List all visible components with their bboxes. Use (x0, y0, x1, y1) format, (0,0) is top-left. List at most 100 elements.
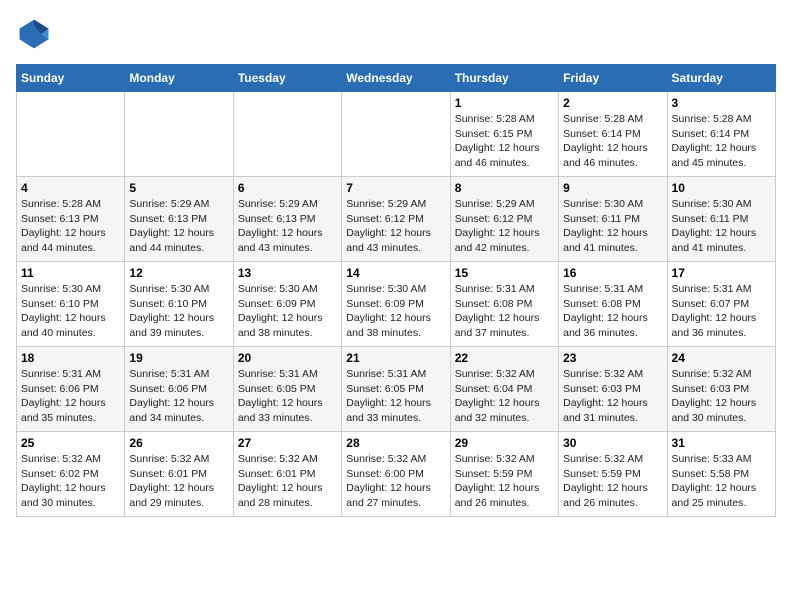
day-info: Sunrise: 5:32 AM Sunset: 5:59 PM Dayligh… (455, 452, 554, 511)
calendar-cell: 5Sunrise: 5:29 AM Sunset: 6:13 PM Daylig… (125, 177, 233, 262)
weekday-header: Sunday (17, 65, 125, 92)
day-number: 25 (21, 436, 120, 450)
weekday-header: Saturday (667, 65, 775, 92)
calendar-week-row: 4 Sunrise: 5:28 AM Sunset: 6:13 PM Daylig… (17, 177, 776, 262)
day-number: 15 (455, 266, 554, 280)
day-info: Sunrise: 5:33 AM Sunset: 5:58 PM Dayligh… (672, 452, 771, 511)
calendar-cell: 1Sunrise: 5:28 AM Sunset: 6:15 PM Daylig… (450, 92, 558, 177)
weekday-header: Friday (559, 65, 667, 92)
day-info: Sunrise: 5:32 AM Sunset: 6:02 PM Dayligh… (21, 452, 120, 511)
calendar-cell: 7 Sunrise: 5:29 AM Sunset: 6:12 PM Daylig… (342, 177, 450, 262)
day-info: Sunrise: 5:31 AM Sunset: 6:06 PM Dayligh… (21, 367, 120, 426)
day-info: Sunrise: 5:31 AM Sunset: 6:08 PM Dayligh… (455, 282, 554, 341)
calendar-cell (233, 92, 341, 177)
calendar-cell: 18 Sunrise: 5:31 AM Sunset: 6:06 PM Dayli… (17, 347, 125, 432)
calendar-week-row: 25 Sunrise: 5:32 AM Sunset: 6:02 PM Dayli… (17, 432, 776, 517)
calendar-cell: 9 Sunrise: 5:30 AM Sunset: 6:11 PM Daylig… (559, 177, 667, 262)
calendar-cell: 31 Sunrise: 5:33 AM Sunset: 5:58 PM Dayli… (667, 432, 775, 517)
calendar-cell: 2 Sunrise: 5:28 AM Sunset: 6:14 PM Daylig… (559, 92, 667, 177)
day-number: 19 (129, 351, 228, 365)
day-number: 12 (129, 266, 228, 280)
calendar-cell: 27 Sunrise: 5:32 AM Sunset: 6:01 PM Dayli… (233, 432, 341, 517)
day-number: 31 (672, 436, 771, 450)
day-info: Sunrise: 5:32 AM Sunset: 6:01 PM Dayligh… (238, 452, 337, 511)
day-number: 2 (563, 96, 662, 110)
day-number: 1 (455, 96, 554, 110)
day-info: Sunrise: 5:31 AM Sunset: 6:06 PM Dayligh… (129, 367, 228, 426)
day-number: 9 (563, 181, 662, 195)
calendar-cell: 24 Sunrise: 5:32 AM Sunset: 6:03 PM Dayli… (667, 347, 775, 432)
day-number: 18 (21, 351, 120, 365)
day-info: Sunrise: 5:29 AM Sunset: 6:12 PM Dayligh… (455, 197, 554, 256)
calendar-cell: 6 Sunrise: 5:29 AM Sunset: 6:13 PM Daylig… (233, 177, 341, 262)
logo-icon (16, 16, 52, 52)
day-number: 13 (238, 266, 337, 280)
calendar-cell: 16 Sunrise: 5:31 AM Sunset: 6:08 PM Dayli… (559, 262, 667, 347)
day-number: 7 (346, 181, 445, 195)
calendar-cell: 28Sunrise: 5:32 AM Sunset: 6:00 PM Dayli… (342, 432, 450, 517)
day-number: 17 (672, 266, 771, 280)
calendar-cell: 3 Sunrise: 5:28 AM Sunset: 6:14 PM Daylig… (667, 92, 775, 177)
calendar-cell: 14 Sunrise: 5:30 AM Sunset: 6:09 PM Dayli… (342, 262, 450, 347)
calendar-cell (342, 92, 450, 177)
day-info: Sunrise: 5:32 AM Sunset: 5:59 PM Dayligh… (563, 452, 662, 511)
day-number: 16 (563, 266, 662, 280)
day-number: 30 (563, 436, 662, 450)
day-info: Sunrise: 5:29 AM Sunset: 6:13 PM Dayligh… (238, 197, 337, 256)
calendar-cell: 4 Sunrise: 5:28 AM Sunset: 6:13 PM Daylig… (17, 177, 125, 262)
day-number: 3 (672, 96, 771, 110)
day-info: Sunrise: 5:30 AM Sunset: 6:10 PM Dayligh… (21, 282, 120, 341)
day-number: 24 (672, 351, 771, 365)
day-info: Sunrise: 5:28 AM Sunset: 6:14 PM Dayligh… (672, 112, 771, 171)
calendar-week-row: 1Sunrise: 5:28 AM Sunset: 6:15 PM Daylig… (17, 92, 776, 177)
calendar-cell: 20Sunrise: 5:31 AM Sunset: 6:05 PM Dayli… (233, 347, 341, 432)
day-number: 14 (346, 266, 445, 280)
day-info: Sunrise: 5:32 AM Sunset: 6:04 PM Dayligh… (455, 367, 554, 426)
calendar-cell (17, 92, 125, 177)
weekday-header: Monday (125, 65, 233, 92)
day-info: Sunrise: 5:30 AM Sunset: 6:10 PM Dayligh… (129, 282, 228, 341)
day-number: 11 (21, 266, 120, 280)
calendar-cell: 22 Sunrise: 5:32 AM Sunset: 6:04 PM Dayli… (450, 347, 558, 432)
calendar-cell: 17 Sunrise: 5:31 AM Sunset: 6:07 PM Dayli… (667, 262, 775, 347)
calendar-cell: 11 Sunrise: 5:30 AM Sunset: 6:10 PM Dayli… (17, 262, 125, 347)
day-info: Sunrise: 5:32 AM Sunset: 6:01 PM Dayligh… (129, 452, 228, 511)
day-info: Sunrise: 5:32 AM Sunset: 6:03 PM Dayligh… (672, 367, 771, 426)
day-info: Sunrise: 5:29 AM Sunset: 6:12 PM Dayligh… (346, 197, 445, 256)
calendar-cell (125, 92, 233, 177)
calendar-week-row: 18 Sunrise: 5:31 AM Sunset: 6:06 PM Dayli… (17, 347, 776, 432)
day-info: Sunrise: 5:31 AM Sunset: 6:07 PM Dayligh… (672, 282, 771, 341)
day-number: 26 (129, 436, 228, 450)
day-number: 21 (346, 351, 445, 365)
calendar-cell: 26 Sunrise: 5:32 AM Sunset: 6:01 PM Dayli… (125, 432, 233, 517)
weekday-header: Wednesday (342, 65, 450, 92)
logo (16, 16, 56, 52)
day-number: 4 (21, 181, 120, 195)
day-info: Sunrise: 5:32 AM Sunset: 6:03 PM Dayligh… (563, 367, 662, 426)
calendar-cell: 23 Sunrise: 5:32 AM Sunset: 6:03 PM Dayli… (559, 347, 667, 432)
day-info: Sunrise: 5:30 AM Sunset: 6:09 PM Dayligh… (346, 282, 445, 341)
calendar-cell: 19 Sunrise: 5:31 AM Sunset: 6:06 PM Dayli… (125, 347, 233, 432)
day-info: Sunrise: 5:31 AM Sunset: 6:05 PM Dayligh… (238, 367, 337, 426)
calendar-cell: 10Sunrise: 5:30 AM Sunset: 6:11 PM Dayli… (667, 177, 775, 262)
calendar-cell: 21 Sunrise: 5:31 AM Sunset: 6:05 PM Dayli… (342, 347, 450, 432)
day-number: 23 (563, 351, 662, 365)
calendar-cell: 25 Sunrise: 5:32 AM Sunset: 6:02 PM Dayli… (17, 432, 125, 517)
weekday-header: Tuesday (233, 65, 341, 92)
day-number: 22 (455, 351, 554, 365)
day-info: Sunrise: 5:31 AM Sunset: 6:05 PM Dayligh… (346, 367, 445, 426)
day-number: 29 (455, 436, 554, 450)
calendar-week-row: 11 Sunrise: 5:30 AM Sunset: 6:10 PM Dayli… (17, 262, 776, 347)
day-info: Sunrise: 5:31 AM Sunset: 6:08 PM Dayligh… (563, 282, 662, 341)
day-info: Sunrise: 5:29 AM Sunset: 6:13 PM Dayligh… (129, 197, 228, 256)
day-info: Sunrise: 5:28 AM Sunset: 6:13 PM Dayligh… (21, 197, 120, 256)
day-number: 28 (346, 436, 445, 450)
calendar-cell: 29 Sunrise: 5:32 AM Sunset: 5:59 PM Dayli… (450, 432, 558, 517)
day-number: 27 (238, 436, 337, 450)
day-info: Sunrise: 5:28 AM Sunset: 6:14 PM Dayligh… (563, 112, 662, 171)
calendar-cell: 13Sunrise: 5:30 AM Sunset: 6:09 PM Dayli… (233, 262, 341, 347)
day-info: Sunrise: 5:30 AM Sunset: 6:11 PM Dayligh… (672, 197, 771, 256)
day-info: Sunrise: 5:30 AM Sunset: 6:11 PM Dayligh… (563, 197, 662, 256)
calendar-cell: 15 Sunrise: 5:31 AM Sunset: 6:08 PM Dayli… (450, 262, 558, 347)
day-number: 6 (238, 181, 337, 195)
